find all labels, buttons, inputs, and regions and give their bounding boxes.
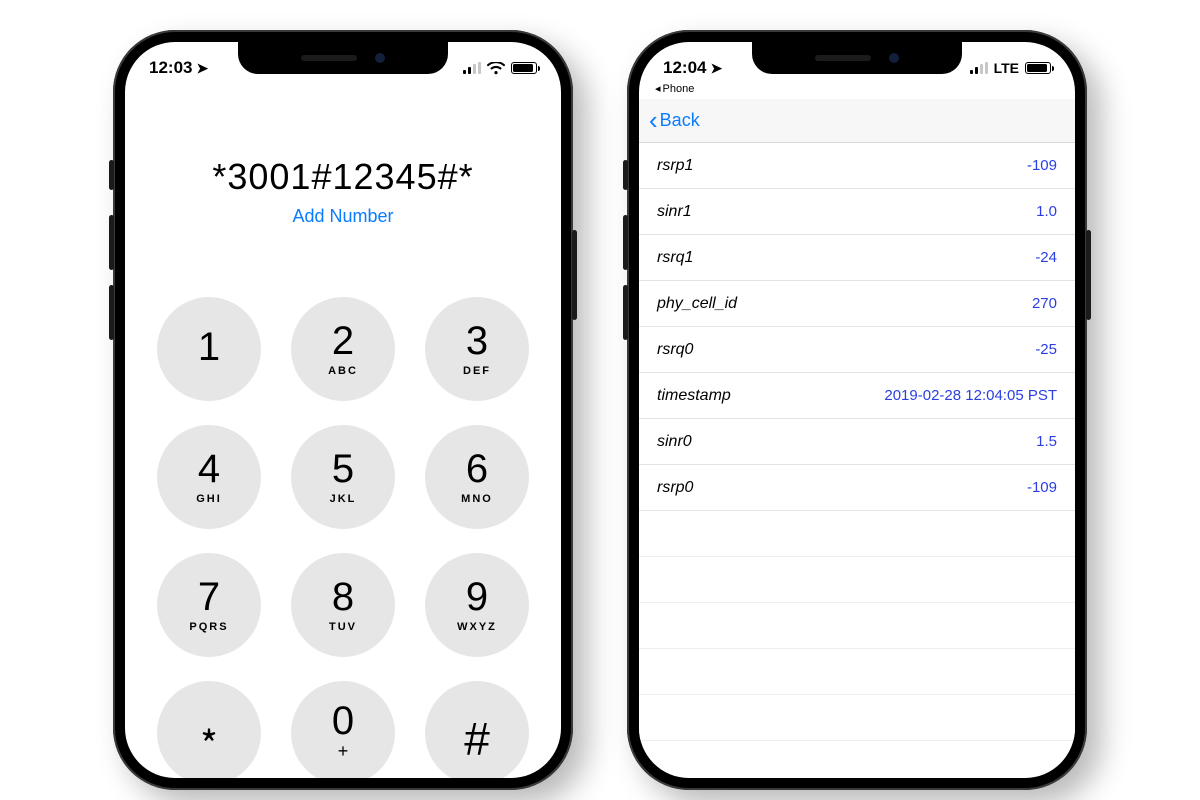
keypad-key-3[interactable]: 3 DEF: [425, 297, 529, 401]
back-button[interactable]: ‹ Back: [649, 108, 700, 134]
chevron-left-icon: ‹: [649, 107, 658, 133]
keypad-key-8[interactable]: 8 TUV: [291, 553, 395, 657]
wifi-icon: [487, 62, 505, 75]
list-row[interactable]: phy_cell_id 270: [639, 281, 1075, 327]
dialer-app: *3001#12345#* Add Number 1 2 ABC 3 DEF 4…: [125, 86, 561, 778]
row-label: sinr1: [657, 203, 692, 221]
battery-icon: [511, 62, 537, 74]
keypad-key-0[interactable]: 0 +: [291, 681, 395, 778]
notch: [238, 42, 448, 74]
row-value: 1.0: [1036, 203, 1057, 220]
row-value: -109: [1027, 479, 1057, 496]
iphone-frame-fieldtest: 12:04 ➤ LTE ◂ Phone ‹ Back rsrp1: [627, 30, 1087, 790]
row-label: rsrp0: [657, 479, 693, 497]
location-icon: ➤: [710, 60, 722, 77]
row-value: -24: [1035, 249, 1057, 266]
back-label: Back: [660, 110, 700, 131]
network-type-label: LTE: [994, 60, 1019, 76]
keypad-key-9[interactable]: 9 WXYZ: [425, 553, 529, 657]
row-value: -109: [1027, 157, 1057, 174]
notch: [752, 42, 962, 74]
cellular-signal-icon: [463, 62, 481, 74]
screen-fieldtest: 12:04 ➤ LTE ◂ Phone ‹ Back rsrp1: [639, 42, 1075, 778]
list-row-empty: [639, 557, 1075, 603]
keypad-key-1[interactable]: 1: [157, 297, 261, 401]
list-row[interactable]: sinr0 1.5: [639, 419, 1075, 465]
dialed-number-display: *3001#12345#*: [125, 156, 561, 198]
list-row[interactable]: sinr1 1.0: [639, 189, 1075, 235]
row-value: 1.5: [1036, 433, 1057, 450]
list-row-empty: [639, 649, 1075, 695]
iphone-frame-dialer: 12:03 ➤ *3001#12345#* Add Number 1: [113, 30, 573, 790]
location-icon: ➤: [196, 60, 208, 77]
keypad-key-7[interactable]: 7 PQRS: [157, 553, 261, 657]
status-time: 12:04: [663, 58, 706, 78]
keypad-key-2[interactable]: 2 ABC: [291, 297, 395, 401]
keypad-key-5[interactable]: 5 JKL: [291, 425, 395, 529]
list-row[interactable]: rsrq1 -24: [639, 235, 1075, 281]
status-time: 12:03: [149, 58, 192, 78]
row-value: 2019-02-28 12:04:05 PST: [884, 387, 1057, 404]
keypad-key-6[interactable]: 6 MNO: [425, 425, 529, 529]
row-value: -25: [1035, 341, 1057, 358]
row-label: sinr0: [657, 433, 692, 451]
navigation-bar: ‹ Back: [639, 99, 1075, 143]
list-row-empty: [639, 511, 1075, 557]
row-value: 270: [1032, 295, 1057, 312]
keypad: 1 2 ABC 3 DEF 4 GHI 5 JKL: [125, 297, 561, 778]
list-row-empty: [639, 695, 1075, 741]
measurement-list: rsrp1 -109 sinr1 1.0 rsrq1 -24 phy_cell_…: [639, 143, 1075, 741]
cellular-signal-icon: [970, 62, 988, 74]
battery-icon: [1025, 62, 1051, 74]
row-label: rsrq1: [657, 249, 693, 267]
keypad-key-4[interactable]: 4 GHI: [157, 425, 261, 529]
list-row[interactable]: rsrp0 -109: [639, 465, 1075, 511]
row-label: rsrq0: [657, 341, 693, 359]
add-number-button[interactable]: Add Number: [125, 206, 561, 227]
row-label: timestamp: [657, 387, 731, 405]
list-row[interactable]: timestamp 2019-02-28 12:04:05 PST: [639, 373, 1075, 419]
list-row[interactable]: rsrp1 -109: [639, 143, 1075, 189]
screen-dialer: 12:03 ➤ *3001#12345#* Add Number 1: [125, 42, 561, 778]
keypad-key-hash[interactable]: #: [425, 681, 529, 778]
row-label: rsrp1: [657, 157, 693, 175]
list-row-empty: [639, 603, 1075, 649]
row-label: phy_cell_id: [657, 295, 737, 313]
list-row[interactable]: rsrq0 -25: [639, 327, 1075, 373]
keypad-key-star[interactable]: ﹡: [157, 681, 261, 778]
